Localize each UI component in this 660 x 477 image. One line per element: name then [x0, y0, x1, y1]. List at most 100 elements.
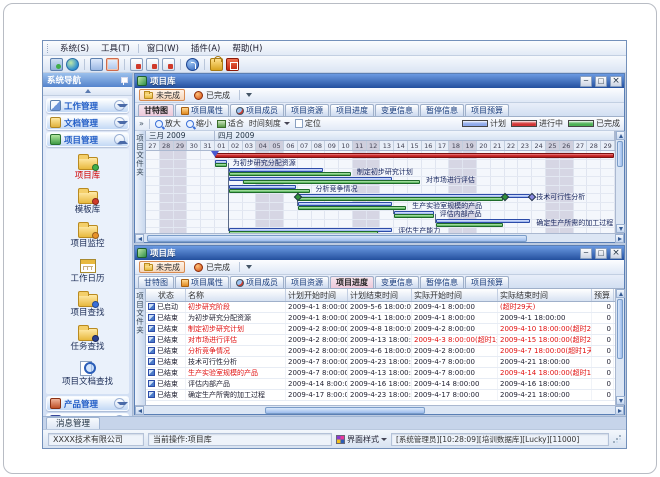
globe-icon[interactable]: [66, 58, 79, 71]
sidebar-item-项目文档查找[interactable]: 项目文档查找: [46, 357, 129, 387]
report-edit-icon[interactable]: [146, 58, 159, 71]
unfinished-button[interactable]: 未完成: [139, 261, 185, 273]
monitor-icon[interactable]: [50, 58, 63, 71]
folder-closed-icon[interactable]: [90, 58, 103, 71]
gantt-tab-项目进度[interactable]: 项目进度: [330, 104, 374, 116]
sidebar-item-项目库[interactable]: 项目库: [46, 152, 129, 181]
report-view-icon[interactable]: [162, 58, 175, 71]
scroll-up-button[interactable]: [616, 289, 625, 298]
expand-icon[interactable]: [114, 117, 125, 128]
finished-button[interactable]: 已完成: [189, 89, 235, 101]
gantt-tab-项目预算[interactable]: 项目预算: [465, 104, 509, 116]
scroll-right-button[interactable]: [615, 234, 624, 243]
summary-bar-初步研究阶段[interactable]: [215, 153, 614, 158]
report-new-icon[interactable]: [130, 58, 143, 71]
sidebar-group-产品管理[interactable]: 产品管理: [46, 396, 129, 411]
minimize-button[interactable]: [580, 248, 592, 259]
exit-icon[interactable]: [226, 58, 239, 71]
overflow-chevron-icon[interactable]: »: [139, 119, 144, 128]
menu-item-5[interactable]: 帮助(H): [226, 41, 268, 55]
tool-放大[interactable]: 放大: [155, 118, 181, 129]
sidebar-item-任务查找[interactable]: 任务查找: [46, 323, 129, 352]
scroll-left-button[interactable]: [135, 406, 144, 415]
gantt-tab-项目属性[interactable]: 项目属性: [175, 104, 229, 116]
scroll-up-button[interactable]: [616, 131, 625, 140]
column-header-实际结束时间[interactable]: 实际结束时间: [498, 289, 592, 301]
tab-message-management[interactable]: 消息管理: [46, 417, 100, 429]
actual-bar-技术可行性分析[interactable]: [298, 197, 503, 201]
progress-tab-项目进度[interactable]: 项目进度: [330, 276, 374, 288]
gantt-horizontal-scrollbar[interactable]: [135, 233, 624, 242]
finished-button[interactable]: 已完成: [189, 261, 235, 273]
tool-适合[interactable]: 适合: [217, 118, 244, 129]
expand-icon[interactable]: [114, 100, 125, 111]
minimize-button[interactable]: [580, 76, 592, 87]
actual-bar-为初步研究分配资源[interactable]: [215, 163, 227, 167]
progress-tab-甘特图[interactable]: 甘特图: [138, 276, 174, 288]
gantt-tab-暂停信息[interactable]: 暂停信息: [420, 104, 464, 116]
menu-item-3[interactable]: 窗口(W): [141, 41, 185, 55]
table-row[interactable]: 已结束生产实验室规模的产品2009-4-7 8:00:002009-4-13 1…: [146, 368, 615, 379]
close-button[interactable]: [610, 248, 622, 259]
folder-open-icon[interactable]: [106, 58, 119, 71]
close-button[interactable]: [610, 76, 622, 87]
table-row[interactable]: 已结束对市场进行评估2009-4-2 8:00:002009-4-13 18:0…: [146, 335, 615, 346]
resize-grip[interactable]: [613, 435, 621, 443]
gantt-tab-项目成员[interactable]: 项目成员: [230, 104, 284, 116]
side-tab-project-folder[interactable]: 项目文件夹: [135, 289, 146, 405]
progress-tab-变更信息[interactable]: 变更信息: [375, 276, 419, 288]
actual-bar-确定生产所需的加工过程[interactable]: [436, 223, 503, 227]
column-header-状态[interactable]: 状态: [146, 289, 186, 301]
help-icon[interactable]: [186, 58, 199, 71]
sidebar-item-工作日历[interactable]: 工作日历: [46, 254, 129, 284]
scroll-thumb[interactable]: [617, 141, 623, 167]
table-row[interactable]: 已启动初步研究阶段2009-4-1 8:00:002009-5-6 18:00:…: [146, 302, 615, 313]
gantt-tab-甘特图[interactable]: 甘特图: [138, 104, 174, 116]
table-vertical-scrollbar[interactable]: [615, 289, 624, 405]
ui-style-button[interactable]: 界面样式: [336, 434, 387, 445]
menubar-grip[interactable]: [47, 44, 50, 53]
scroll-thumb[interactable]: [147, 235, 527, 242]
menu-item-2[interactable]: 工具(T): [95, 41, 136, 55]
pin-icon[interactable]: [120, 76, 128, 85]
table-row[interactable]: 已结束为初步研究分配资源2009-4-1 8:00:002009-4-1 18:…: [146, 313, 615, 324]
actual-bar-评估内部产品[interactable]: [394, 214, 433, 218]
column-header-计划结束时间[interactable]: 计划结束时间: [348, 289, 412, 301]
column-header-名称[interactable]: 名称: [186, 289, 286, 301]
sidebar-group-工作管理[interactable]: 工作管理: [46, 98, 129, 113]
progress-window-titlebar[interactable]: 项目库: [135, 246, 624, 260]
tool-定位[interactable]: 定位: [295, 118, 321, 129]
column-header-计划开始时间[interactable]: 计划开始时间: [286, 289, 348, 301]
table-horizontal-scrollbar[interactable]: [135, 405, 624, 414]
collapse-icon[interactable]: [114, 134, 125, 145]
sidebar-item-项目查找[interactable]: 项目查找: [46, 289, 129, 318]
table-row[interactable]: 已结束制定初步研究计划2009-4-2 8:00:002009-4-8 18:0…: [146, 324, 615, 335]
tool-时间刻度[interactable]: 时间刻度: [249, 118, 290, 129]
menu-item-4[interactable]: 插件(A): [185, 41, 226, 55]
scroll-track[interactable]: [616, 168, 624, 224]
progress-tab-项目预算[interactable]: 项目预算: [465, 276, 509, 288]
progress-tab-暂停信息[interactable]: 暂停信息: [420, 276, 464, 288]
gantt-tab-项目资源[interactable]: 项目资源: [285, 104, 329, 116]
actual-bar-制定初步研究计划[interactable]: [229, 172, 351, 176]
sidebar-group-项目管理[interactable]: 项目管理: [46, 132, 129, 147]
unfinished-button[interactable]: 未完成: [139, 89, 185, 101]
gantt-window-titlebar[interactable]: 项目库: [135, 74, 624, 88]
progress-tab-项目成员[interactable]: 项目成员: [230, 276, 284, 288]
tool-缩小[interactable]: 缩小: [186, 118, 212, 129]
lock-icon[interactable]: [210, 58, 223, 71]
gantt-vertical-scrollbar[interactable]: [615, 131, 624, 233]
table-row[interactable]: 已结束技术可行性分析2009-4-7 8:00:002009-4-23 18:0…: [146, 357, 615, 368]
scroll-thumb[interactable]: [617, 299, 623, 359]
expand-icon[interactable]: [114, 398, 125, 409]
side-tab-project-folder[interactable]: 项目文件夹: [135, 131, 146, 233]
toolbar-overflow-icon[interactable]: [246, 265, 252, 269]
scroll-down-button[interactable]: [616, 396, 625, 405]
maximize-button[interactable]: [595, 76, 607, 87]
sidebar-item-模板库[interactable]: 模板库: [46, 186, 129, 215]
scroll-left-button[interactable]: [135, 234, 144, 243]
column-header-实际开始时间[interactable]: 实际开始时间: [412, 289, 498, 301]
progress-tab-项目属性[interactable]: 项目属性: [175, 276, 229, 288]
sidebar-group-文档管理[interactable]: 文档管理: [46, 115, 129, 130]
progress-tab-项目资源[interactable]: 项目资源: [285, 276, 329, 288]
